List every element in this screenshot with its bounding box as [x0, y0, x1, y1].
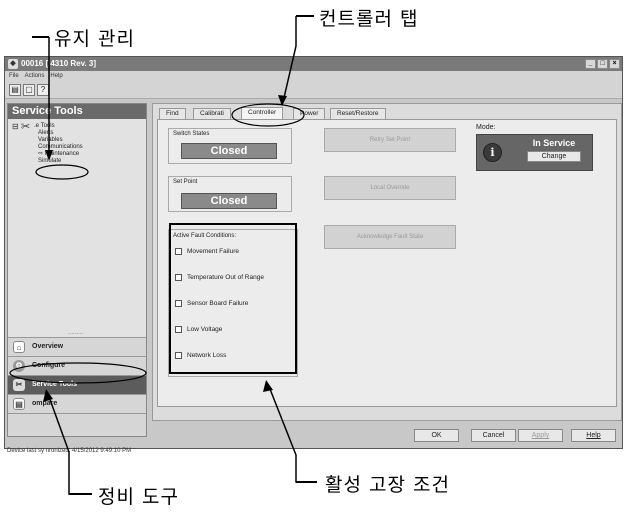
service-tools-arrowhead — [43, 389, 53, 402]
faults-arrowhead — [263, 380, 273, 392]
callout-active-faults: 활성 고장 조건 — [325, 474, 450, 496]
service-tools-callout-line — [47, 393, 92, 495]
controller-highlight-ellipse — [231, 103, 305, 127]
callout-lines — [9, 15, 317, 495]
faults-callout-line — [267, 383, 317, 483]
callout-service-tools: 정비 도구 — [98, 486, 179, 508]
service-tools-highlight-ellipse — [9, 362, 147, 384]
faults-highlight-rect — [169, 223, 297, 374]
controller-callout-line — [282, 16, 297, 103]
maintenance-highlight-ellipse — [35, 164, 89, 180]
callout-controller-tab: 컨트롤러 탭 — [319, 8, 419, 30]
maintenance-arrowhead — [45, 150, 53, 161]
callout-maintenance: 유지 관리 — [54, 28, 135, 50]
